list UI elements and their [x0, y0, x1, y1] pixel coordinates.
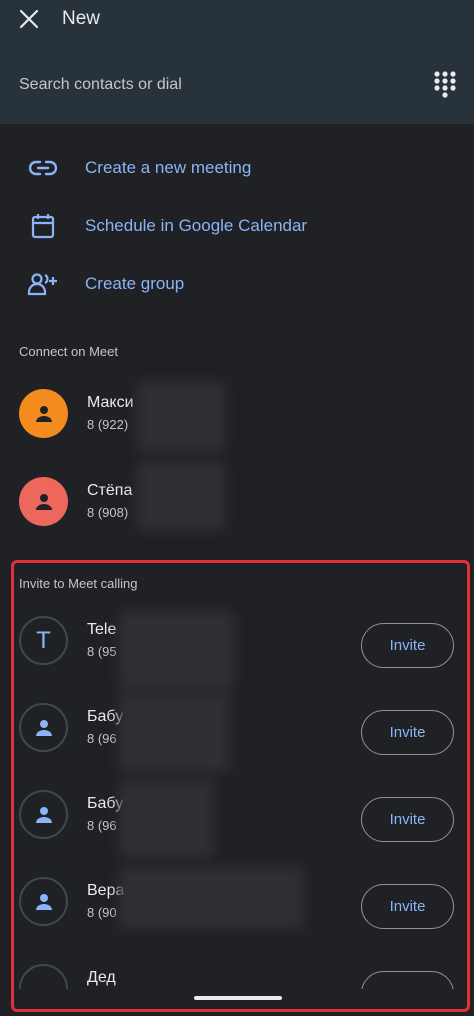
create-group-action[interactable]: Create group: [0, 258, 474, 310]
redaction-blur: [119, 611, 234, 691]
page-title: New: [62, 8, 101, 29]
contact-phone: 8 (90: [87, 905, 117, 920]
redaction-blur: [119, 780, 214, 858]
invite-contact-row[interactable]: Дед: [0, 949, 474, 989]
contact-phone: 8 (922): [87, 417, 129, 432]
redaction-blur: [137, 462, 225, 530]
person-icon: [35, 405, 52, 422]
redaction-blur: [137, 382, 225, 452]
invite-button[interactable]: Invite: [361, 797, 454, 842]
avatar: [19, 877, 68, 926]
close-icon: [19, 9, 39, 29]
contact-name: Стёпа: [87, 482, 133, 499]
contact-name: Макси: [87, 394, 134, 411]
invite-button[interactable]: Invite: [361, 710, 454, 755]
invite-contact-row[interactable]: Бабу 8 (96 Invite: [0, 775, 474, 858]
section-invite-label: Invite to Meet calling: [19, 576, 138, 591]
contact-row[interactable]: Макси 8 (922): [0, 374, 474, 454]
invite-button[interactable]: Invite: [361, 623, 454, 668]
app-header: New Search contacts or dial: [0, 0, 474, 124]
person-icon: [35, 893, 52, 910]
invite-button[interactable]: [361, 971, 454, 989]
avatar: [19, 389, 68, 438]
redaction-blur: [119, 693, 229, 773]
avatar: [19, 477, 68, 526]
contact-name: Бабу: [87, 708, 124, 725]
home-indicator: [194, 996, 282, 1000]
schedule-calendar-action[interactable]: Schedule in Google Calendar: [0, 200, 474, 252]
contact-phone: 8 (95: [87, 644, 117, 659]
calendar-icon: [27, 210, 59, 242]
avatar: T: [19, 616, 68, 665]
dialpad-icon: [434, 71, 456, 98]
avatar: [19, 703, 68, 752]
search-input[interactable]: Search contacts or dial: [19, 76, 182, 94]
invite-contact-row[interactable]: Вера 8 (90 Invite: [0, 862, 474, 942]
contact-row[interactable]: Стёпа 8 (908): [0, 462, 474, 542]
invite-contact-row[interactable]: T Tele 8 (95 Invite: [0, 601, 474, 691]
create-group-label: Create group: [85, 274, 185, 293]
contact-phone: 8 (908): [87, 505, 129, 520]
invite-button[interactable]: Invite: [361, 884, 454, 929]
contact-name: Бабу: [87, 795, 124, 812]
avatar: [19, 964, 68, 989]
redaction-blur: [119, 867, 304, 929]
avatar: [19, 790, 68, 839]
contact-phone: 8 (96: [87, 731, 117, 746]
contact-phone: 8 (96: [87, 818, 117, 833]
person-icon: [35, 806, 52, 823]
avatar-letter: T: [36, 626, 51, 654]
section-connect-label: Connect on Meet: [19, 344, 119, 359]
contact-name: Дед: [87, 969, 116, 986]
create-meeting-label: Create a new meeting: [85, 158, 252, 177]
person-icon: [35, 719, 52, 736]
close-button[interactable]: [14, 4, 44, 34]
invite-contact-row[interactable]: Бабу 8 (96 Invite: [0, 688, 474, 773]
person-icon: [35, 493, 52, 510]
group-add-icon: [27, 268, 59, 300]
link-icon: [27, 152, 59, 184]
schedule-calendar-label: Schedule in Google Calendar: [85, 216, 308, 235]
create-meeting-action[interactable]: Create a new meeting: [0, 142, 474, 194]
contact-name: Tele: [87, 621, 117, 638]
dialpad-button[interactable]: [430, 68, 460, 102]
